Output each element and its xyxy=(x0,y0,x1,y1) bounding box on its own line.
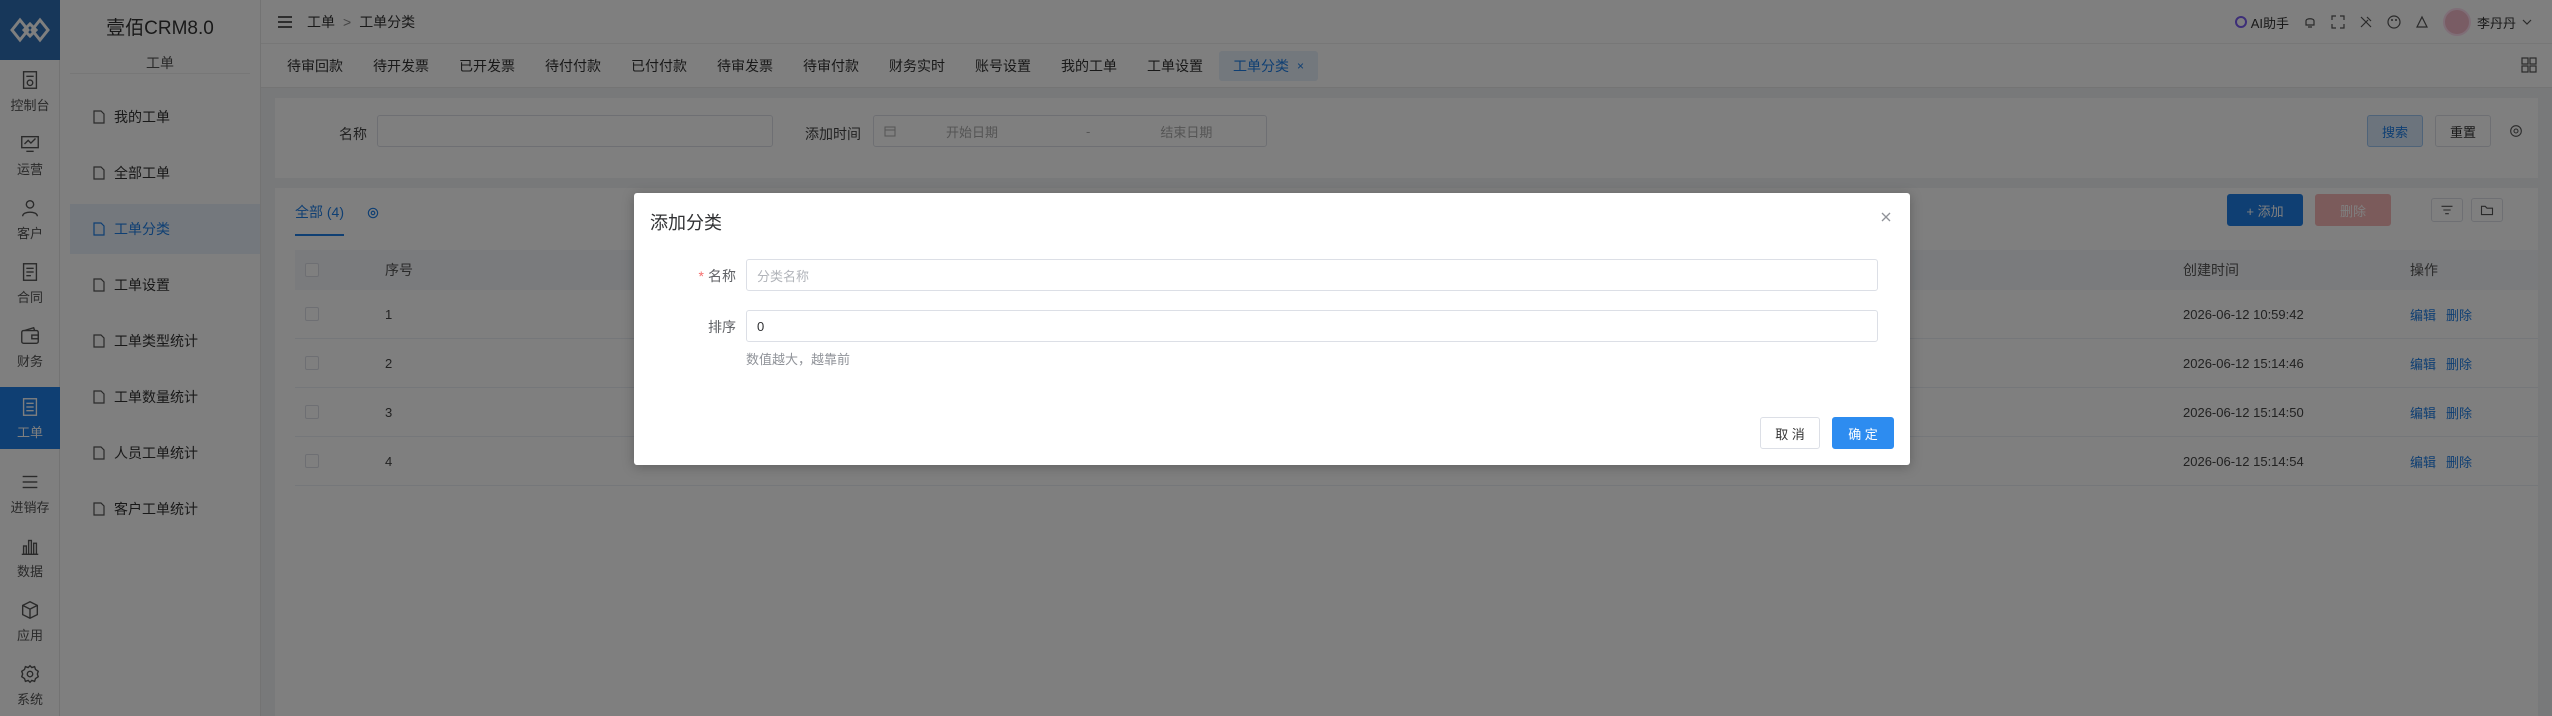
confirm-button[interactable]: 确 定 xyxy=(1832,417,1894,449)
required-mark: * xyxy=(698,268,704,284)
dialog-title: 添加分类 xyxy=(650,213,722,233)
name-label-text: 名称 xyxy=(708,268,736,284)
sort-label: 排序 xyxy=(708,319,736,335)
category-name-input[interactable]: 分类名称 xyxy=(746,259,1878,291)
close-icon[interactable] xyxy=(1878,209,1894,225)
sort-hint: 数值越大，越靠前 xyxy=(746,352,851,367)
cancel-button[interactable]: 取 消 xyxy=(1760,417,1820,449)
sort-value: 0 xyxy=(757,318,765,334)
category-name-placeholder: 分类名称 xyxy=(757,268,810,284)
add-category-dialog: 添加分类 * 名称 分类名称 排序 0 数值越大，越靠前 取 消 确 定 xyxy=(634,193,1910,465)
name-label: * 名称 xyxy=(656,266,736,286)
sort-input[interactable]: 0 xyxy=(746,310,1878,342)
